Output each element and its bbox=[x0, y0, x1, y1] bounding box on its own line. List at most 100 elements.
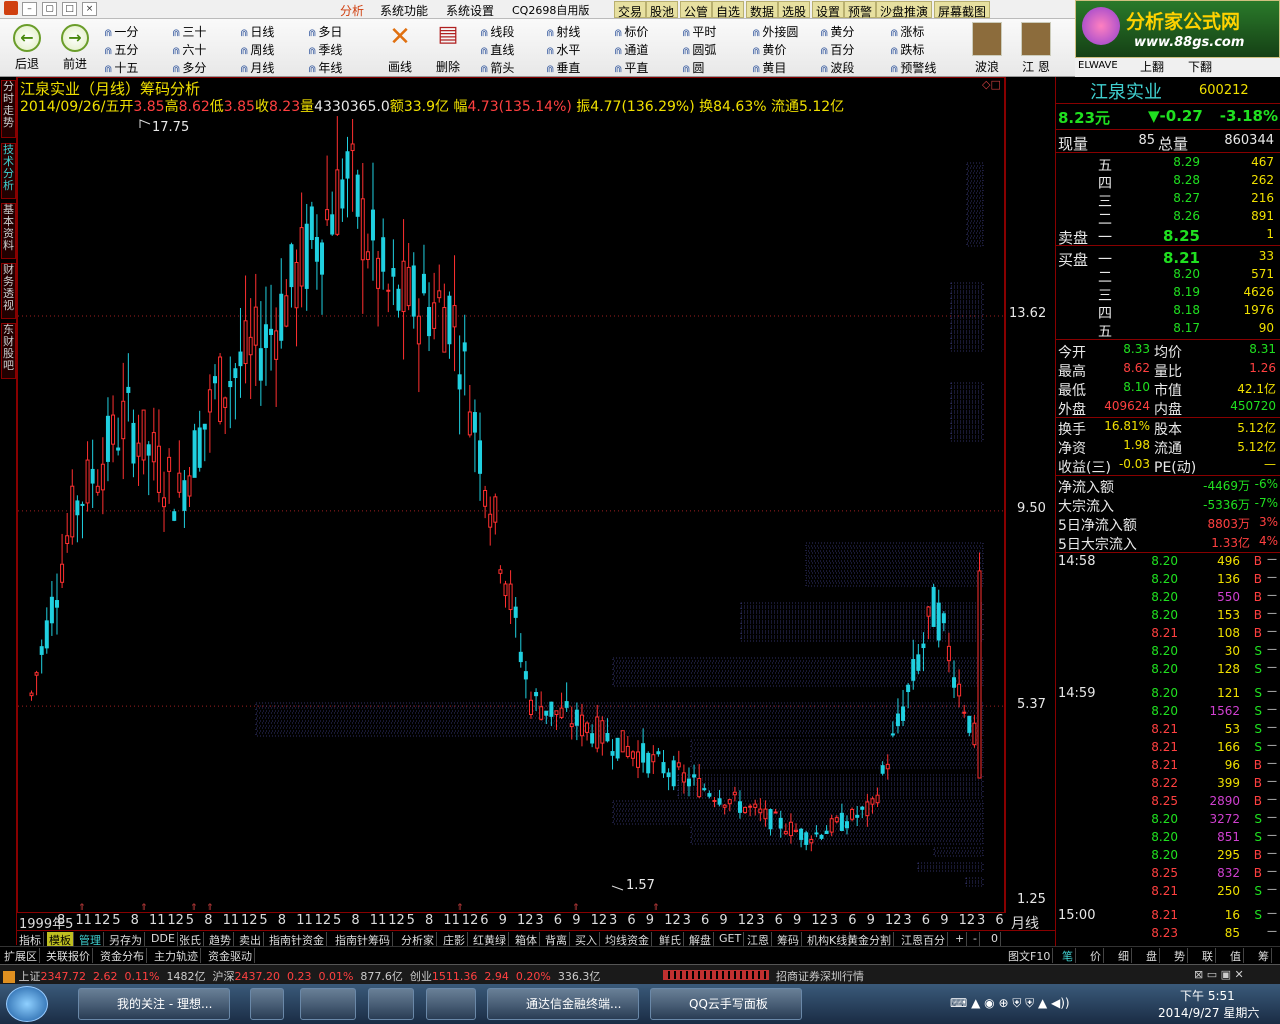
task-paint-icon[interactable] bbox=[426, 988, 476, 1020]
draw-tool-button[interactable]: ⋒ 跌标 bbox=[890, 41, 924, 58]
indicator-tab[interactable]: 张氏 bbox=[177, 932, 204, 947]
menu-system-settings[interactable]: 系统设置 bbox=[446, 2, 494, 19]
extension-tab[interactable]: 主力轨迹 bbox=[152, 948, 201, 963]
task-favorites[interactable]: 我的关注 - 理想... bbox=[78, 988, 230, 1020]
menu-tab[interactable]: 数据 bbox=[746, 1, 779, 19]
start-button[interactable] bbox=[6, 986, 48, 1022]
indicator-tab[interactable]: 买入 bbox=[573, 932, 600, 947]
draw-tool-button[interactable]: ⋒ 黄目 bbox=[752, 59, 786, 76]
wave-button[interactable]: 波浪 bbox=[970, 22, 1004, 75]
draw-tool-button[interactable]: ⋒ 预警线 bbox=[890, 59, 936, 76]
task-app-icon[interactable] bbox=[250, 988, 284, 1020]
right-panel-tab[interactable]: 价 bbox=[1088, 948, 1104, 963]
close-icon[interactable]: × bbox=[82, 2, 97, 16]
task-qq-icon[interactable] bbox=[300, 988, 356, 1020]
back-button[interactable]: ← 后退 bbox=[10, 24, 44, 72]
clock-time[interactable]: 下午 5:51 bbox=[1180, 987, 1235, 1004]
draw-tool-button[interactable]: ⋒ 涨标 bbox=[890, 23, 924, 40]
indicator-tab[interactable]: 指南针筹码 bbox=[333, 932, 393, 947]
period-button[interactable]: ⋒ 多日 bbox=[308, 23, 342, 40]
page-up-button[interactable]: 上翻 bbox=[1138, 58, 1167, 75]
draw-tool-button[interactable]: ⋒ 平时 bbox=[682, 23, 716, 40]
task-warning-icon[interactable] bbox=[368, 988, 414, 1020]
elwave-button[interactable]: ELWAVE bbox=[1076, 60, 1120, 71]
indicator-tab[interactable]: 筹码 bbox=[775, 932, 802, 947]
right-panel-tab[interactable]: 笔 bbox=[1060, 948, 1076, 963]
draw-tool-button[interactable]: ⋒ 平直 bbox=[614, 59, 648, 76]
right-panel-tab[interactable]: 盘 bbox=[1144, 948, 1160, 963]
indicator-tab[interactable]: 庄影 bbox=[441, 932, 468, 947]
draw-line-button[interactable]: ✕ 画线 bbox=[385, 22, 415, 75]
draw-tool-button[interactable]: ⋒ 圆弧 bbox=[682, 41, 716, 58]
menu-tab[interactable]: 设置 bbox=[812, 1, 845, 19]
right-panel-tab[interactable]: 图文F10 bbox=[1006, 948, 1054, 963]
indicator-tab[interactable]: GET bbox=[717, 932, 745, 947]
menu-tab[interactable]: 交易 bbox=[614, 1, 647, 19]
menu-tab[interactable]: 公管 bbox=[680, 1, 713, 19]
task-qq-handwrite[interactable]: QQ云手写面板 bbox=[650, 988, 802, 1020]
draw-tool-button[interactable]: ⋒ 直线 bbox=[480, 41, 514, 58]
draw-tool-button[interactable]: ⋒ 黄价 bbox=[752, 41, 786, 58]
menu-tab[interactable]: 自选 bbox=[712, 1, 745, 19]
indicator-tab[interactable]: 背离 bbox=[543, 932, 570, 947]
extension-tab[interactable]: 资金驱动 bbox=[206, 948, 255, 963]
indicator-tab[interactable]: 分析家 bbox=[399, 932, 437, 947]
indicator-tab[interactable]: 黄金分割 bbox=[845, 932, 894, 947]
forward-button[interactable]: → 前进 bbox=[58, 24, 92, 72]
kline-chart[interactable]: 江泉实业（月线）筹码分析 2014/09/26/五开3.85高8.62低3.85… bbox=[17, 77, 1005, 913]
period-button[interactable]: ⋒ 多分 bbox=[172, 59, 206, 76]
clock-date[interactable]: 2014/9/27 星期六 bbox=[1158, 1004, 1259, 1021]
period-button[interactable]: ⋒ 季线 bbox=[308, 41, 342, 58]
extension-tab[interactable]: 资金分布 bbox=[98, 948, 147, 963]
extension-tab[interactable]: 扩展区 bbox=[2, 948, 40, 963]
indicator-tab[interactable]: 箱体 bbox=[513, 932, 540, 947]
draw-tool-button[interactable]: ⋒ 波段 bbox=[820, 59, 854, 76]
right-panel-tab[interactable]: 势 bbox=[1172, 948, 1188, 963]
period-button[interactable]: ⋒ 十五 bbox=[104, 59, 138, 76]
tray-icons[interactable]: ⌨ ▲ ◉ ⊕ ⛨ ⛨ ▲ ◀)) bbox=[950, 996, 1070, 1011]
indicator-tab[interactable]: 管理 bbox=[77, 932, 104, 947]
right-panel-tab[interactable]: 联 bbox=[1200, 948, 1216, 963]
period-button[interactable]: ⋒ 三十 bbox=[172, 23, 206, 40]
draw-tool-button[interactable]: ⋒ 水平 bbox=[546, 41, 580, 58]
indicator-tab[interactable]: 机构K线 bbox=[805, 932, 851, 947]
draw-tool-button[interactable]: ⋒ 百分 bbox=[820, 41, 854, 58]
right-panel-tab[interactable]: 筹 bbox=[1256, 948, 1272, 963]
jiangen-button[interactable]: 江 恩 bbox=[1018, 22, 1054, 75]
indicator-tab[interactable]: 模板 bbox=[47, 932, 74, 947]
draw-tool-button[interactable]: ⋒ 通道 bbox=[614, 41, 648, 58]
side-tab[interactable]: 分时走势 bbox=[1, 80, 16, 138]
menu-system-functions[interactable]: 系统功能 bbox=[380, 2, 428, 19]
status-icons[interactable]: ⊠ ▭ ▣ ✕ bbox=[1194, 968, 1244, 981]
indicator-tab[interactable]: 江恩百分 bbox=[899, 932, 948, 947]
draw-tool-button[interactable]: ⋒ 外接圆 bbox=[752, 23, 798, 40]
delete-button[interactable]: ▤ 删除 bbox=[432, 22, 464, 75]
maximize-icon[interactable]: □ bbox=[62, 2, 77, 16]
indicator-tab[interactable]: 另存为 bbox=[107, 932, 145, 947]
indicator-tab[interactable]: 趋势 bbox=[207, 932, 234, 947]
period-button[interactable]: ⋒ 月线 bbox=[240, 59, 274, 76]
right-panel-tab[interactable]: 值 bbox=[1228, 948, 1244, 963]
task-tongdaxin[interactable]: 通达信金融终端... bbox=[487, 988, 639, 1020]
indicator-tab[interactable]: 0 bbox=[989, 932, 1001, 947]
menu-tab[interactable]: 股池 bbox=[646, 1, 679, 19]
indicator-tab[interactable]: DDE bbox=[149, 932, 178, 947]
minimize-icon[interactable]: – bbox=[22, 2, 37, 16]
draw-tool-button[interactable]: ⋒ 箭头 bbox=[480, 59, 514, 76]
period-button[interactable]: ⋒ 年线 bbox=[308, 59, 342, 76]
period-button[interactable]: ⋒ 六十 bbox=[172, 41, 206, 58]
indicator-tab[interactable]: 解盘 bbox=[687, 932, 714, 947]
indicator-tab[interactable]: 均线资金 bbox=[603, 932, 652, 947]
draw-tool-button[interactable]: ⋒ 垂直 bbox=[546, 59, 580, 76]
menu-tab[interactable]: 屏幕截图 bbox=[934, 1, 991, 19]
indicator-tab[interactable]: 红黄绿 bbox=[471, 932, 509, 947]
draw-tool-button[interactable]: ⋒ 射线 bbox=[546, 23, 580, 40]
side-tab[interactable]: 基本资料 bbox=[1, 203, 16, 259]
indicator-tab[interactable]: 鲜氏 bbox=[657, 932, 684, 947]
menu-tab[interactable]: 沙盘推演 bbox=[876, 1, 933, 19]
menu-tab[interactable]: 预警 bbox=[844, 1, 877, 19]
indicator-tab[interactable]: - bbox=[971, 932, 980, 947]
extension-tab[interactable]: 关联报价 bbox=[44, 948, 93, 963]
indicator-tab[interactable]: 卖出 bbox=[237, 932, 264, 947]
period-button[interactable]: ⋒ 周线 bbox=[240, 41, 274, 58]
